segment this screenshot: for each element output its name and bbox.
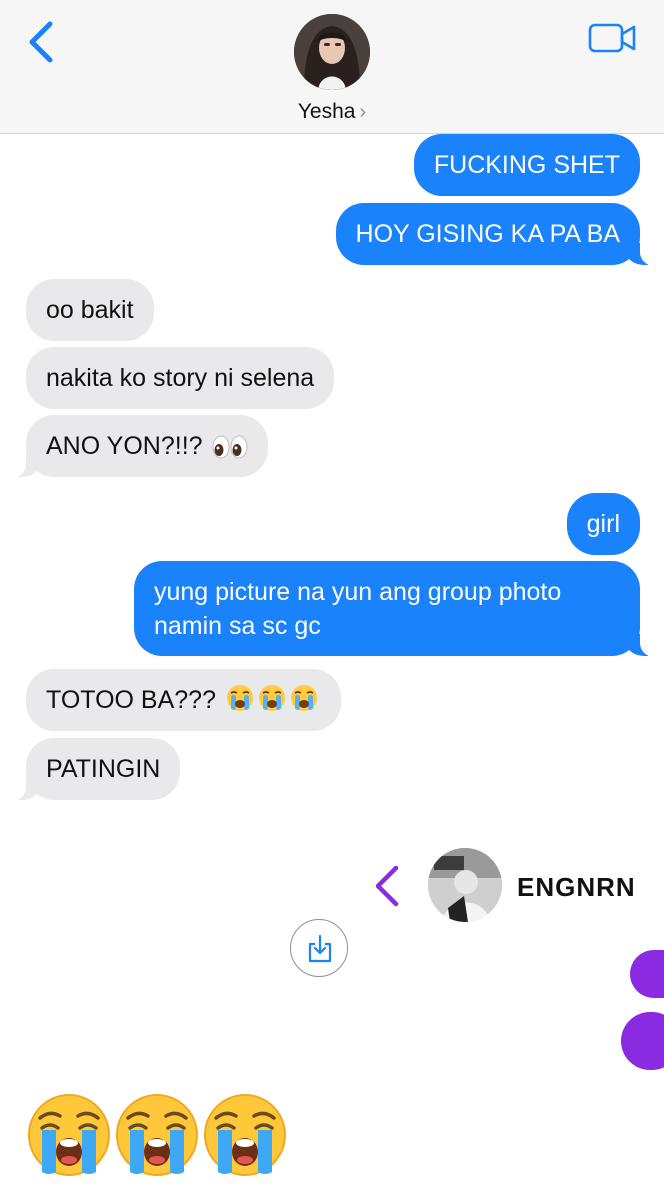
message-bubble-sent[interactable]: yung picture na yun ang group photo nami…: [134, 561, 662, 657]
message-bubble-sent[interactable]: girl: [566, 493, 640, 555]
eyes-icon: [212, 435, 247, 459]
avatar-photo: [294, 14, 370, 90]
crying-face-icon: [226, 685, 317, 711]
loudly-crying-emoji-group: [225, 683, 321, 722]
eyes-emoji: [212, 434, 248, 468]
message-bubble-sent[interactable]: FUCKING SHET: [413, 134, 640, 196]
chevron-right-icon: ›: [359, 101, 367, 123]
video-call-button[interactable]: [588, 20, 638, 56]
message-bubble-received[interactable]: PATINGIN: [3, 738, 181, 801]
download-icon: [308, 934, 332, 963]
chevron-left-icon: [29, 21, 53, 63]
message-bubble-received[interactable]: oo bakit: [26, 279, 154, 341]
message-bubble-received[interactable]: nakita ko story ni selena: [26, 347, 335, 409]
loudly-crying-face-icon: [116, 1094, 198, 1176]
message-text: HOY GISING KA PA BA: [355, 220, 620, 248]
message-bubble-sent[interactable]: HOY GISING KA PA BA: [335, 203, 663, 266]
conversation-header: Yesha ›: [0, 0, 664, 134]
shared-profile-name: ENGNRN: [517, 872, 636, 902]
contact-name: Yesha: [297, 100, 356, 123]
chevron-left-icon: [375, 865, 399, 907]
shared-message-bubble: [630, 950, 664, 998]
shared-back-chevron: [370, 862, 402, 910]
loudly-crying-face-icon: [28, 1094, 110, 1176]
contact-avatar[interactable]: [294, 14, 370, 90]
message-text: PATINGIN: [46, 755, 161, 783]
back-button[interactable]: [22, 18, 62, 68]
message-text: girl: [586, 510, 620, 538]
message-text: nakita ko story ni selena: [46, 364, 315, 392]
message-text: TOTOO BA???: [46, 686, 216, 714]
message-bubble-received[interactable]: ANO YON?!!?: [4, 415, 268, 478]
messages-screen: Yesha › FUCKING SHET HOY GISING KA PA BA …: [0, 0, 664, 1200]
message-text: ANO YON?!!?: [46, 432, 203, 460]
message-text: oo bakit: [46, 296, 134, 324]
video-camera-icon: [588, 23, 636, 53]
shared-profile-avatar: [428, 848, 502, 922]
loudly-crying-face-icon: [204, 1094, 286, 1176]
profile-photo: [428, 848, 502, 922]
message-text: FUCKING SHET: [433, 151, 620, 179]
message-text: yung picture na yun ang group photo nami…: [154, 578, 562, 640]
contact-name-button[interactable]: Yesha ›: [0, 100, 664, 124]
message-bubble-received[interactable]: TOTOO BA???: [26, 669, 341, 731]
save-attachment-button[interactable]: [290, 919, 348, 977]
shared-message-bubble: [621, 1012, 664, 1070]
